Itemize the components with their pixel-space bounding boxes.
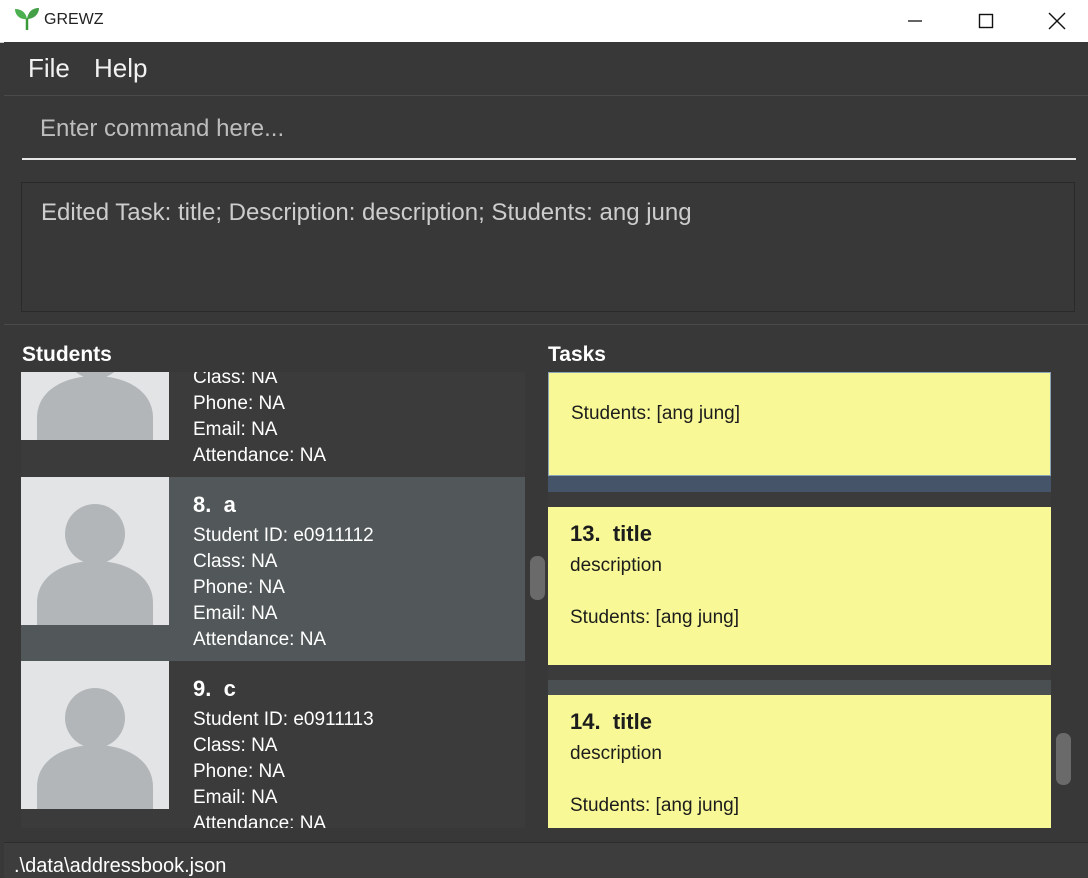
- avatar: [21, 661, 169, 809]
- user-avatar-icon: [37, 504, 153, 625]
- student-attendance: Attendance: NA: [193, 445, 327, 466]
- command-box: [4, 96, 1088, 172]
- student-name-text: c: [223, 676, 236, 701]
- student-index: 9.: [193, 676, 212, 701]
- task-list-scrollbar[interactable]: [1056, 733, 1071, 785]
- student-card[interactable]: 9. c Student ID: e0911113 Class: NA Phon…: [21, 661, 525, 828]
- student-phone: Phone: NA: [193, 393, 285, 414]
- student-id: Student ID: e0911113: [193, 709, 374, 730]
- user-avatar-icon: [37, 688, 153, 809]
- student-card[interactable]: 8. a Student ID: e0911112 Class: NA Phon…: [21, 477, 525, 661]
- students-panel-title: Students: [22, 343, 112, 366]
- avatar: [21, 372, 169, 440]
- minimize-button[interactable]: [880, 0, 950, 42]
- task-cell-selected[interactable]: Students: [ang jung]: [548, 372, 1051, 492]
- close-button[interactable]: [1022, 0, 1088, 42]
- title-bar: GREWZ: [0, 0, 1088, 43]
- student-name: 9. c: [193, 676, 236, 702]
- student-email: Email: NA: [193, 419, 278, 440]
- student-name-text: a: [223, 492, 236, 517]
- task-students: Students: [ang jung]: [570, 607, 740, 628]
- command-input[interactable]: [22, 100, 1076, 160]
- menu-help[interactable]: Help: [94, 53, 147, 84]
- student-list[interactable]: Class: NA Phone: NA Email: NA Attendance…: [21, 372, 525, 828]
- tasks-panel-title: Tasks: [548, 343, 606, 366]
- task-title: 14. title: [570, 709, 652, 735]
- student-phone: Phone: NA: [193, 577, 285, 598]
- task-card[interactable]: 13. title description Students: [ang jun…: [548, 507, 1051, 665]
- task-index: 14.: [570, 709, 601, 734]
- task-students: Students: [ang jung]: [571, 403, 741, 424]
- student-class: Class: NA: [193, 372, 278, 388]
- status-bar: .\data\addressbook.json: [4, 842, 1088, 878]
- student-name: 8. a: [193, 492, 236, 518]
- maximize-icon: [978, 13, 994, 29]
- student-email: Email: NA: [193, 787, 278, 808]
- task-title: 13. title: [570, 521, 652, 547]
- task-list[interactable]: Students: [ang jung] 13. title descripti…: [548, 372, 1051, 828]
- task-card[interactable]: 14. title description Students: [ang jun…: [548, 695, 1051, 828]
- task-index: 13.: [570, 521, 601, 546]
- user-avatar-icon: [37, 372, 153, 440]
- status-file-path: .\data\addressbook.json: [14, 855, 227, 877]
- maximize-button[interactable]: [951, 0, 1021, 42]
- student-class: Class: NA: [193, 735, 278, 756]
- close-icon: [1048, 12, 1066, 30]
- task-card-partial[interactable]: Students: [ang jung]: [548, 372, 1051, 476]
- menu-bar: File Help: [4, 42, 1088, 96]
- minimize-icon: [908, 20, 922, 22]
- result-text: Edited Task: title; Description: descrip…: [41, 199, 692, 226]
- student-attendance: Attendance: NA: [193, 629, 327, 650]
- sprout-logo-icon: [15, 8, 39, 30]
- task-description: description: [570, 555, 662, 576]
- task-title-text: title: [612, 521, 652, 546]
- student-phone: Phone: NA: [193, 761, 285, 782]
- student-index: 8.: [193, 492, 212, 517]
- task-students: Students: [ang jung]: [570, 795, 740, 816]
- student-list-scrollbar[interactable]: [530, 556, 545, 600]
- task-description: description: [570, 743, 662, 764]
- student-email: Email: NA: [193, 603, 278, 624]
- menu-file[interactable]: File: [28, 53, 70, 84]
- task-cell[interactable]: 13. title description Students: [ang jun…: [548, 492, 1051, 680]
- student-class: Class: NA: [193, 551, 278, 572]
- student-card-partial[interactable]: Class: NA Phone: NA Email: NA Attendance…: [21, 372, 525, 476]
- task-title-text: title: [612, 709, 652, 734]
- window-title: GREWZ: [44, 11, 104, 28]
- student-id: Student ID: e0911112: [193, 525, 374, 546]
- result-display-area: Edited Task: title; Description: descrip…: [4, 172, 1088, 325]
- student-attendance: Attendance: NA: [193, 813, 327, 828]
- result-display[interactable]: Edited Task: title; Description: descrip…: [21, 182, 1075, 312]
- task-cell[interactable]: 14. title description Students: [ang jun…: [548, 680, 1051, 828]
- avatar: [21, 477, 169, 625]
